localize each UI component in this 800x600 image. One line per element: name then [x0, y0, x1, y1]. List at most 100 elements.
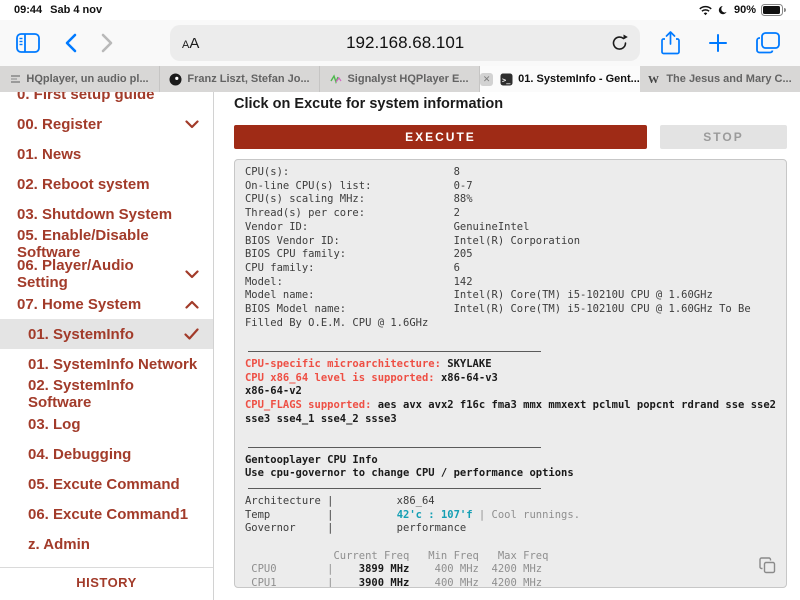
battery-percent: 90%	[734, 4, 756, 16]
terminal-line: Vendor ID: GenuineIntel	[245, 221, 776, 235]
tab-label: 01. SystemInfo - Gent...	[518, 73, 640, 85]
sidebar-item-03-shutdown-system[interactable]: 03. Shutdown System	[0, 199, 213, 229]
terminal-line: Use cpu-governor to change CPU / perform…	[245, 467, 776, 481]
tab-label: Signalyst HQPlayer E...	[347, 73, 468, 85]
sidebar-item-05-excute-command[interactable]: 05. Excute Command	[0, 469, 213, 499]
tab-1[interactable]: HQplayer, un audio pl...	[0, 66, 160, 92]
svg-text:>_: >_	[502, 76, 511, 84]
browser-toolbar: AA 192.168.68.101	[0, 20, 800, 66]
back-icon[interactable]	[64, 33, 77, 53]
sidebar-item-07-home-system[interactable]: 07. Home System	[0, 289, 213, 319]
sidebar-item-label: 03. Log	[28, 416, 81, 433]
terminal-line	[245, 330, 776, 344]
terminal-line: Temp | 42'c : 107'f | Cool runnings.	[245, 509, 776, 523]
wikipedia-icon: W	[648, 73, 661, 85]
tab-label: HQplayer, un audio pl...	[26, 73, 148, 85]
chevron-up-icon[interactable]	[185, 300, 199, 309]
sidebar-item-05-enable-disable-software[interactable]: 05. Enable/Disable Software	[0, 229, 213, 259]
url-text[interactable]: 192.168.68.101	[199, 33, 611, 53]
reload-icon[interactable]	[611, 34, 628, 52]
sidebar-item-label: 01. SystemInfo Network	[28, 356, 197, 373]
sidebar-item-label: 02. Reboot system	[17, 176, 150, 193]
chevron-down-icon[interactable]	[185, 120, 199, 129]
status-bar: 09:44 Sab 4 nov 90%	[0, 0, 800, 20]
sidebar-item-label: 02. SystemInfo Software	[28, 377, 199, 411]
tab-3[interactable]: Signalyst HQPlayer E...	[320, 66, 480, 92]
terminal-line: sse3 sse4_1 sse4_2 ssse3	[245, 413, 776, 427]
terminal-line: Model name: Intel(R) Core(TM) i5-10210U …	[245, 289, 776, 303]
terminal-line: Current Freq Min Freq Max Freq	[245, 550, 776, 564]
terminal-line: CPU1 | 3900 MHz 400 MHz 4200 MHz	[245, 577, 776, 588]
tab-4[interactable]: ✕ >_ 01. SystemInfo - Gent...	[480, 66, 640, 92]
forward-icon[interactable]	[101, 33, 114, 53]
sidebar-item-label: 03. Shutdown System	[17, 206, 172, 223]
sidebar-item-label: 05. Excute Command	[28, 476, 180, 493]
chevron-down-icon[interactable]	[185, 270, 199, 279]
sidebar-item-label: 0. First setup guide	[17, 92, 155, 103]
sidebar-item-02-reboot-system[interactable]: 02. Reboot system	[0, 169, 213, 199]
sidebar-item-02-systeminfo-software[interactable]: 02. SystemInfo Software	[0, 379, 213, 409]
page-title: Click on Excute for system information	[234, 96, 787, 112]
sidebar-item-label: 01. News	[17, 146, 81, 163]
tab-label: The Jesus and Mary C...	[666, 73, 791, 85]
terminal-line: CPU family: 6	[245, 262, 776, 276]
sidebar-item-00-register[interactable]: 00. Register	[0, 109, 213, 139]
main-content: Click on Excute for system information E…	[214, 92, 800, 600]
ipad-safari-screen: 09:44 Sab 4 nov 90%	[0, 0, 800, 600]
tabs-overview-icon[interactable]	[756, 32, 780, 54]
terminal-line: CPU(s) scaling MHz: 88%	[245, 193, 776, 207]
terminal-line: CPU-specific microarchitecture: SKYLAKE	[245, 358, 776, 372]
address-bar[interactable]: AA 192.168.68.101	[170, 25, 640, 61]
terminal-line: Architecture | x86_64	[245, 495, 776, 509]
close-icon[interactable]: ✕	[480, 73, 493, 86]
copy-icon[interactable]	[759, 557, 776, 579]
tab-strip: HQplayer, un audio pl... Franz Liszt, Ste…	[0, 66, 800, 92]
terminal-line	[245, 426, 776, 440]
terminal-divider	[245, 481, 776, 495]
stop-button[interactable]: STOP	[660, 125, 787, 149]
terminal-line: Gentooplayer CPU Info	[245, 454, 776, 468]
terminal-line: BIOS Model name: Intel(R) Core(TM) i5-10…	[245, 303, 776, 317]
new-tab-icon[interactable]	[708, 33, 728, 53]
sidebar-item-z-admin[interactable]: z. Admin	[0, 529, 213, 559]
terminal-line: BIOS CPU family: 205	[245, 248, 776, 262]
sidebar-item-label: 06. Excute Command1	[28, 506, 188, 523]
terminal-line: CPU_FLAGS supported: aes avx avx2 f16c f…	[245, 399, 776, 413]
checkmark-icon	[184, 328, 199, 340]
waveform-icon	[330, 73, 342, 85]
tab-2[interactable]: Franz Liszt, Stefan Jo...	[160, 66, 320, 92]
share-icon[interactable]	[661, 31, 680, 55]
text-size-button[interactable]: AA	[182, 35, 199, 52]
terminal-line: BIOS Vendor ID: Intel(R) Corporation	[245, 235, 776, 249]
disc-icon	[169, 73, 182, 86]
history-button[interactable]: HISTORY	[0, 567, 213, 597]
terminal-line: CPU x86_64 level is supported: x86-64-v3	[245, 372, 776, 386]
battery-icon	[761, 4, 786, 16]
sidebar-item-01-systeminfo[interactable]: 01. SystemInfo	[0, 319, 213, 349]
sidebar-item-label: 00. Register	[17, 116, 102, 133]
sidebar-item-label: 04. Debugging	[28, 446, 131, 463]
terminal-line: CPU(s): 8	[245, 166, 776, 180]
sidebar-item-0-first-setup-guide[interactable]: 0. First setup guide	[0, 92, 213, 109]
sidebar-item-01-news[interactable]: 01. News	[0, 139, 213, 169]
terminal-line	[245, 536, 776, 550]
terminal-line: Thread(s) per core: 2	[245, 207, 776, 221]
execute-button[interactable]: EXECUTE	[234, 125, 647, 149]
sidebar-item-01-systeminfo-network[interactable]: 01. SystemInfo Network	[0, 349, 213, 379]
terminal-divider	[245, 440, 776, 454]
tab-5[interactable]: W The Jesus and Mary C...	[640, 66, 800, 92]
tab-label: Franz Liszt, Stefan Jo...	[187, 73, 309, 85]
sidebar-item-06-player-audio-setting[interactable]: 06. Player/Audio Setting	[0, 259, 213, 289]
sidebar-item-06-excute-command1[interactable]: 06. Excute Command1	[0, 499, 213, 529]
terminal-line: x86-64-v2	[245, 385, 776, 399]
terminal-line: Filled By O.E.M. CPU @ 1.6GHz	[245, 317, 776, 331]
sidebar-item-04-debugging[interactable]: 04. Debugging	[0, 439, 213, 469]
terminal-icon: >_	[500, 73, 513, 86]
svg-text:W: W	[648, 74, 659, 85]
sidebar-toggle-icon[interactable]	[16, 33, 40, 53]
sidebar-item-03-log[interactable]: 03. Log	[0, 409, 213, 439]
terminal-line: Governor | performance	[245, 522, 776, 536]
wifi-icon	[698, 5, 713, 16]
sidebar-menu: 0. First setup guide 00. Register 01. News…	[0, 92, 214, 600]
system-info-output: CPU(s): 8On-line CPU(s) list: 0-7CPU(s) …	[234, 159, 787, 588]
